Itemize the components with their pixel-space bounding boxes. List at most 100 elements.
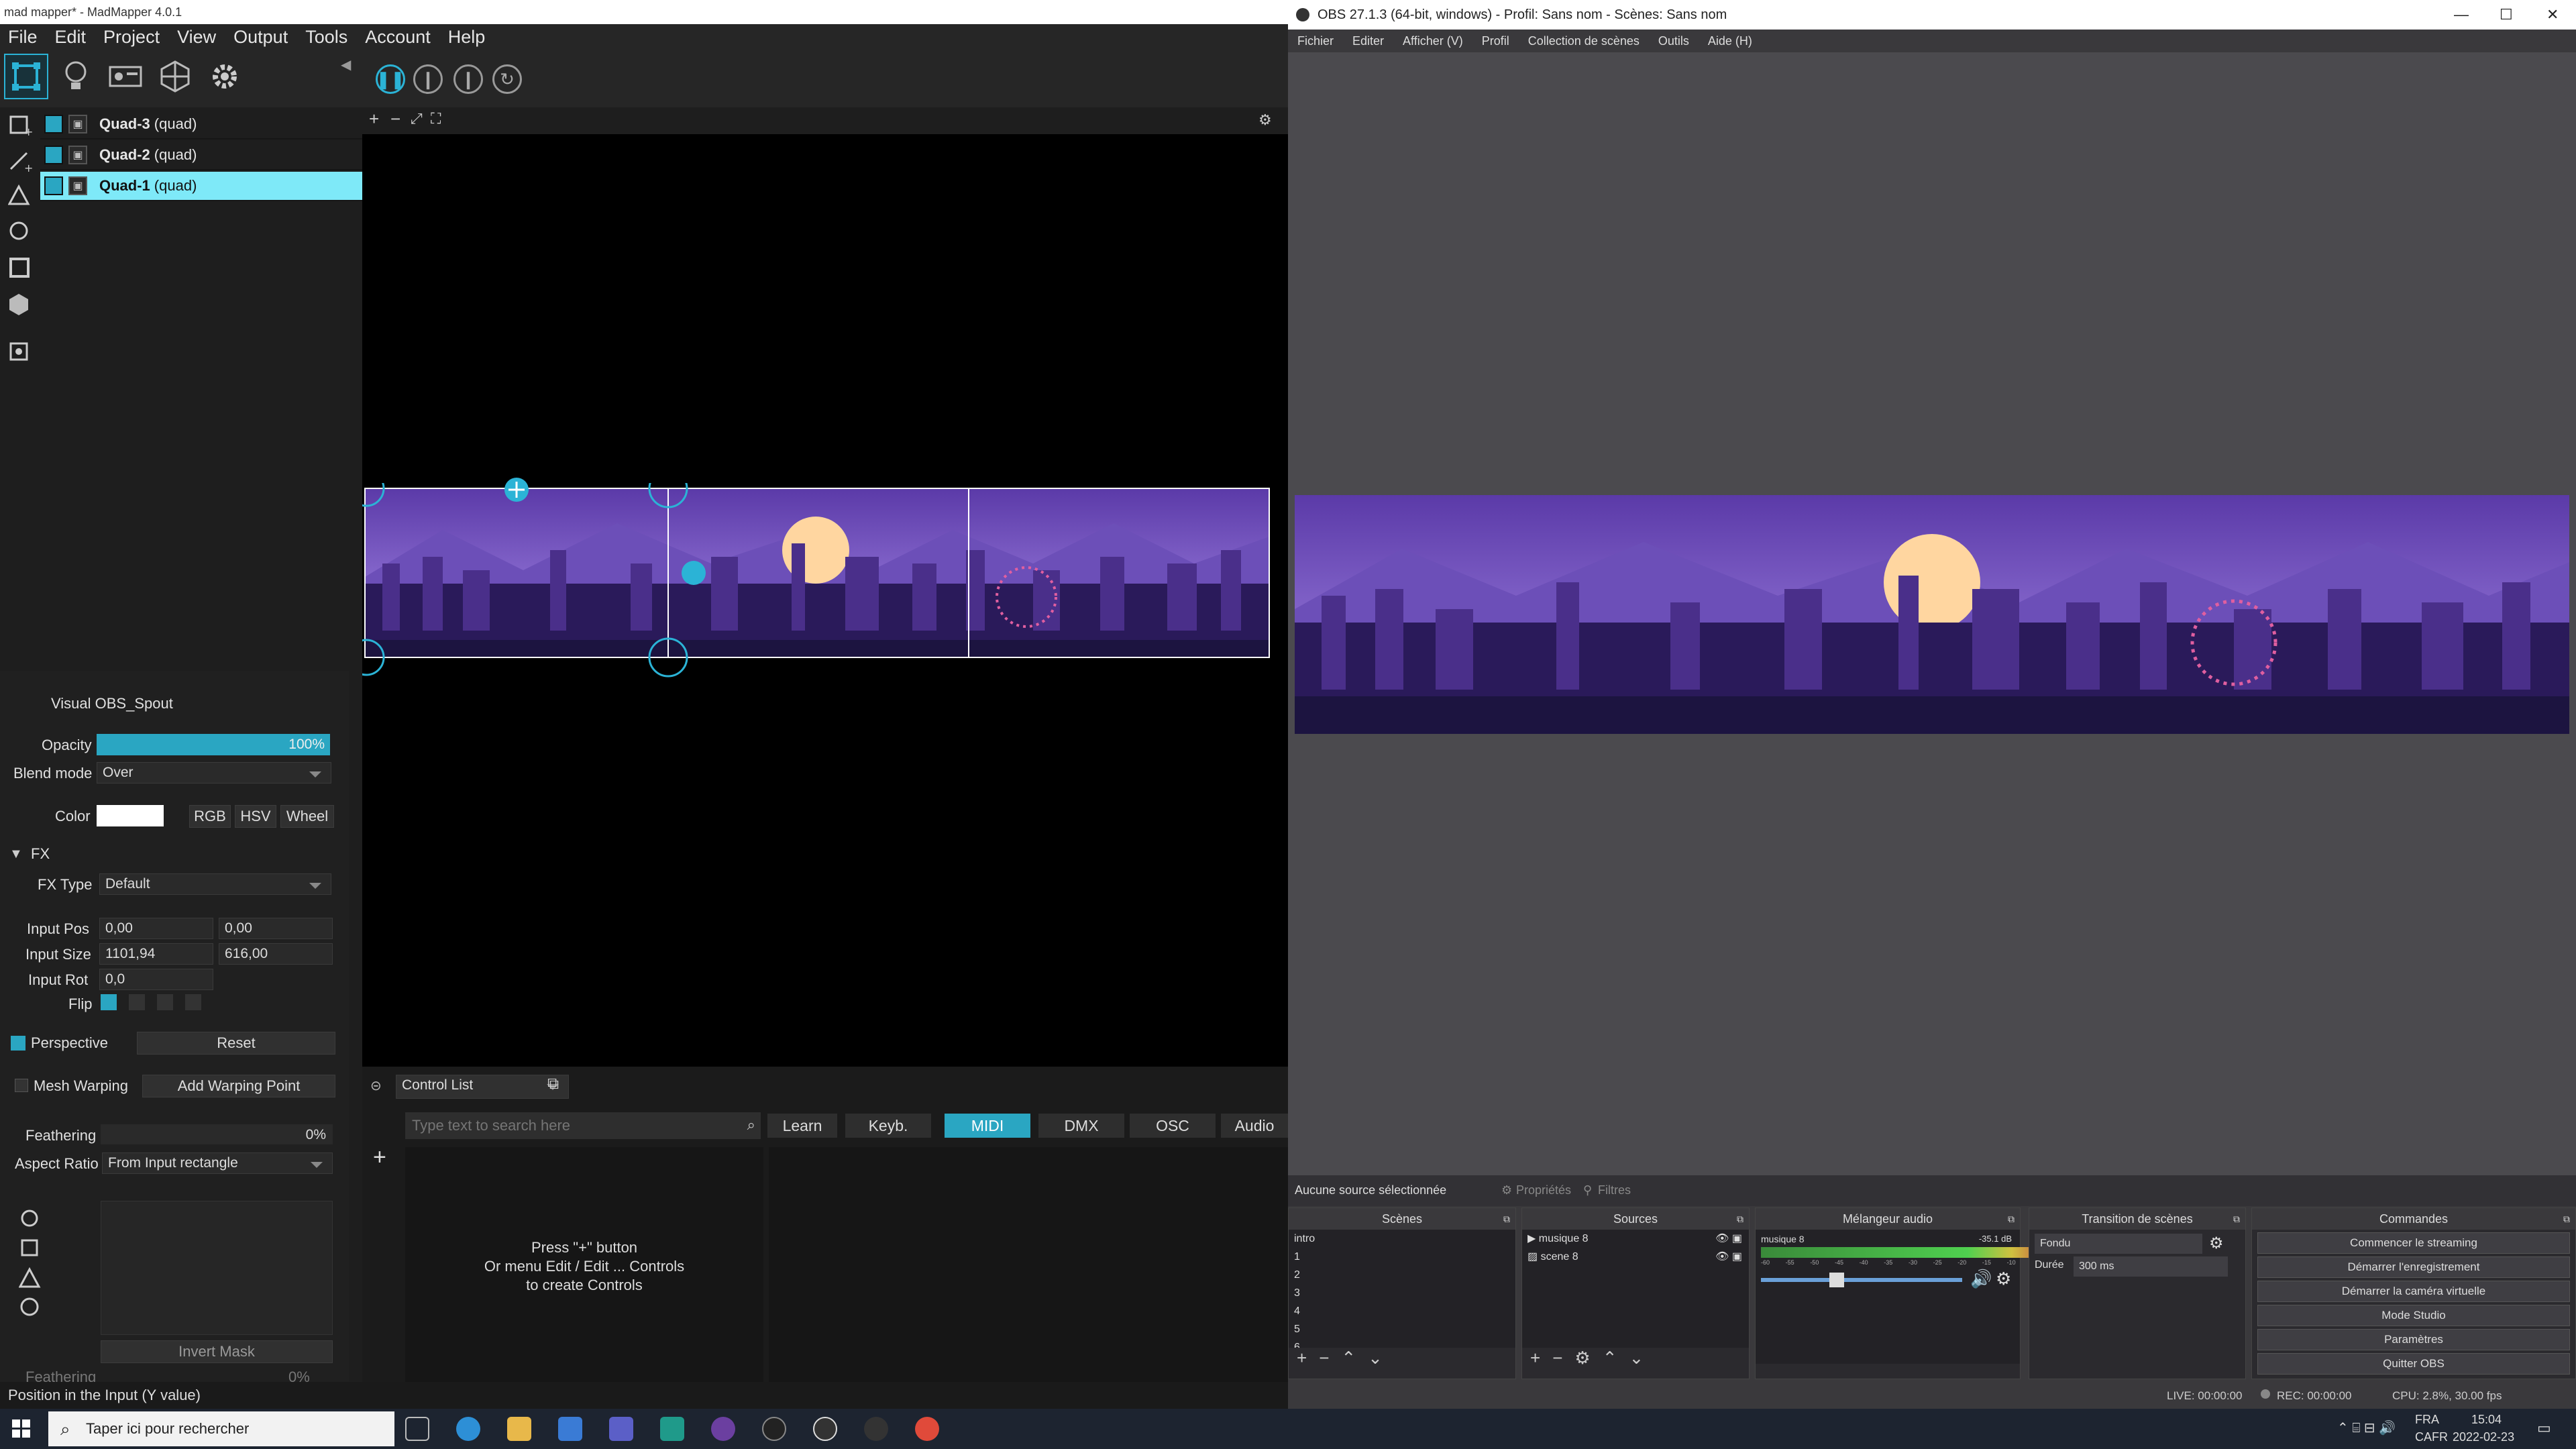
duration-field[interactable]: 300 ms: [2074, 1256, 2228, 1277]
blend-mode-select[interactable]: Over: [97, 762, 331, 784]
control-search-input[interactable]: [405, 1112, 727, 1139]
windows-start-icon[interactable]: [12, 1419, 31, 1438]
add-triangle-icon[interactable]: [8, 184, 32, 208]
eye-icon[interactable]: 👁 ▣: [1715, 1248, 1742, 1266]
lock-icon[interactable]: ▣: [68, 146, 87, 164]
scene-item[interactable]: intro: [1289, 1230, 1515, 1248]
app-icon[interactable]: [711, 1417, 735, 1441]
add-line-icon[interactable]: +: [8, 149, 32, 173]
stop-button[interactable]: ❙: [413, 64, 443, 94]
add-quad-icon[interactable]: +: [8, 113, 32, 137]
undock-icon[interactable]: ⧉: [2233, 1208, 2240, 1230]
source-item[interactable]: ▨ scene 8 👁 ▣: [1522, 1248, 1749, 1266]
tab-osc[interactable]: OSC: [1130, 1114, 1216, 1138]
layer-visibility-toggle[interactable]: [44, 176, 63, 195]
add-control-button[interactable]: +: [373, 1144, 386, 1171]
input-size-w-field[interactable]: 1101,94: [99, 943, 213, 965]
flip-vertical-toggle[interactable]: [157, 994, 173, 1010]
menu-output[interactable]: Output: [233, 27, 288, 48]
obs-taskbar-icon[interactable]: [813, 1417, 837, 1441]
menu-file[interactable]: File: [8, 27, 38, 48]
stage-settings-icon[interactable]: ⚙: [1258, 111, 1272, 129]
modules-button[interactable]: [153, 54, 197, 99]
tray-icons[interactable]: ⌃ ⌸ ⊟ 🔊: [2337, 1419, 2396, 1436]
obs-menu-collection[interactable]: Collection de scènes: [1528, 34, 1640, 48]
file-explorer-icon[interactable]: [507, 1417, 531, 1441]
obs-menu-aide[interactable]: Aide (H): [1708, 34, 1752, 48]
menu-edit[interactable]: Edit: [55, 27, 87, 48]
search-icon[interactable]: ⌕: [747, 1116, 755, 1134]
fullscreen-icon[interactable]: ⛶: [431, 110, 441, 127]
invert-mask-button[interactable]: Invert Mask: [101, 1340, 333, 1363]
volume-slider-handle[interactable]: [1829, 1273, 1844, 1287]
mapped-visual-preview[interactable]: [362, 483, 1275, 684]
tab-keyboard[interactable]: Keyb.: [845, 1114, 931, 1138]
add-scene-icon[interactable]: +: [1297, 1348, 1319, 1368]
task-view-icon[interactable]: [405, 1417, 429, 1441]
open-external-icon[interactable]: ⧉: [547, 1075, 559, 1093]
obs-menu-afficher[interactable]: Afficher (V): [1403, 34, 1463, 48]
madmapper-taskbar-icon[interactable]: [864, 1417, 888, 1441]
obs-menu-outils[interactable]: Outils: [1658, 34, 1689, 48]
control-list-area[interactable]: Press "+" button Or menu Edit / Edit ...…: [405, 1147, 763, 1382]
settings-button[interactable]: Paramètres: [2257, 1329, 2570, 1350]
undock-icon[interactable]: ⧉: [1737, 1208, 1743, 1230]
edge-icon[interactable]: [456, 1417, 480, 1441]
tab-midi[interactable]: MIDI: [945, 1114, 1030, 1138]
scene-item[interactable]: 1: [1289, 1248, 1515, 1266]
osc-icon[interactable]: [762, 1417, 786, 1441]
layer-row-selected[interactable]: ▣ Quad-1 (quad): [40, 172, 362, 201]
layer-visibility-toggle[interactable]: [44, 115, 63, 133]
scene-item[interactable]: 2: [1289, 1266, 1515, 1284]
undock-icon[interactable]: ⧉: [1503, 1208, 1510, 1230]
menu-account[interactable]: Account: [365, 27, 431, 48]
loop-button[interactable]: ↻: [492, 64, 522, 94]
input-rot-field[interactable]: 0,0: [99, 969, 213, 990]
chrome-icon[interactable]: [915, 1417, 939, 1441]
keyboard-layout[interactable]: CAFR: [2415, 1430, 2448, 1444]
input-pos-x-field[interactable]: 0,00: [99, 918, 213, 939]
close-icon[interactable]: ✕: [2546, 0, 2559, 30]
obs-menu-editer[interactable]: Editer: [1352, 34, 1384, 48]
scene-item[interactable]: 4: [1289, 1302, 1515, 1320]
quit-obs-button[interactable]: Quitter OBS: [2257, 1353, 2570, 1375]
transition-select[interactable]: Fondu: [2035, 1234, 2202, 1254]
add-source-icon[interactable]: +: [1530, 1348, 1552, 1368]
aspect-ratio-select[interactable]: From Input rectangle: [102, 1152, 333, 1174]
clock-time[interactable]: 15:04: [2471, 1413, 2502, 1427]
light-mode-button[interactable]: [54, 54, 98, 99]
zoom-in-icon[interactable]: +: [369, 109, 379, 129]
layer-row[interactable]: ▣ Quad-2 (quad): [40, 141, 362, 170]
add-surface-icon[interactable]: [8, 339, 32, 364]
move-down-icon[interactable]: ⌄: [1368, 1348, 1395, 1368]
start-streaming-button[interactable]: Commencer le streaming: [2257, 1232, 2570, 1254]
move-handle-icon[interactable]: [502, 475, 531, 504]
move-down-icon[interactable]: ⌄: [1629, 1348, 1656, 1368]
mask-add-ellipse-icon[interactable]: [19, 1296, 43, 1320]
perspective-checkbox[interactable]: [11, 1036, 25, 1051]
control-list-select[interactable]: Control List: [396, 1075, 569, 1099]
flip-none-toggle[interactable]: [101, 994, 117, 1010]
settings-button[interactable]: [203, 54, 247, 99]
add-warping-point-button[interactable]: Add Warping Point: [142, 1075, 335, 1097]
filters-button[interactable]: Filtres: [1598, 1183, 1631, 1197]
mask-add-quad-icon[interactable]: [19, 1237, 43, 1261]
store-icon[interactable]: [558, 1417, 582, 1441]
studio-mode-button[interactable]: Mode Studio: [2257, 1305, 2570, 1326]
fit-view-icon[interactable]: ⤢: [411, 110, 423, 127]
move-up-icon[interactable]: ⌃: [1603, 1348, 1629, 1368]
perspective-reset-button[interactable]: Reset: [137, 1032, 335, 1055]
obs-menu-profil[interactable]: Profil: [1482, 34, 1509, 48]
fx-type-select[interactable]: Default: [99, 873, 331, 895]
mesh-warping-checkbox[interactable]: [15, 1079, 28, 1092]
teams-icon[interactable]: [609, 1417, 633, 1441]
undock-icon[interactable]: ⧉: [2008, 1208, 2015, 1230]
add-3d-object-icon[interactable]: [8, 292, 32, 317]
start-recording-button[interactable]: Démarrer l'enregistrement: [2257, 1256, 2570, 1278]
source-item[interactable]: ▶ musique 8 👁 ▣: [1522, 1230, 1749, 1248]
transition-gear-icon[interactable]: ⚙: [2209, 1234, 2224, 1253]
layer-row[interactable]: ▣ Quad-3 (quad): [40, 110, 362, 140]
language-code[interactable]: FRA: [2415, 1413, 2439, 1427]
tab-learn[interactable]: Learn: [767, 1114, 837, 1138]
clock-date[interactable]: 2022-02-23: [2453, 1430, 2514, 1444]
